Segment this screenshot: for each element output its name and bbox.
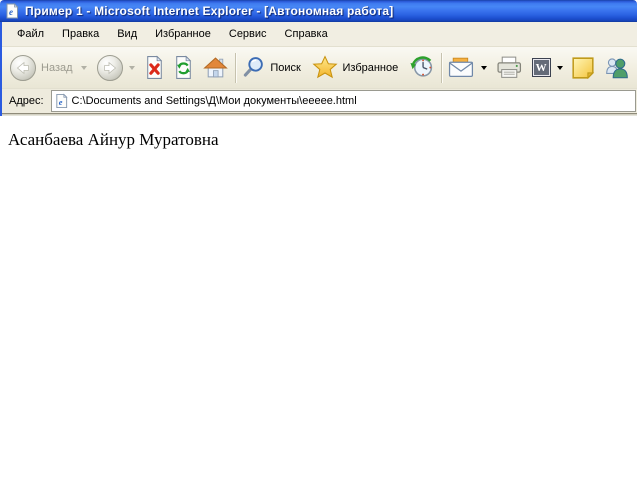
search-icon [242, 56, 265, 79]
print-button[interactable] [493, 50, 526, 86]
title-bar[interactable]: e Пример 1 - Microsoft Internet Explorer… [0, 0, 637, 22]
address-field[interactable]: e [51, 90, 636, 112]
mail-button[interactable] [445, 50, 478, 86]
search-button[interactable]: Поиск [239, 50, 305, 86]
notes-button[interactable] [568, 50, 598, 86]
menu-item-edit[interactable]: Правка [53, 25, 108, 43]
notes-icon [571, 56, 595, 80]
history-icon [409, 55, 434, 80]
stop-button[interactable] [141, 50, 168, 86]
svg-text:e: e [9, 7, 13, 17]
history-button[interactable] [406, 50, 437, 86]
mail-dropdown-chevron-icon[interactable] [481, 66, 487, 70]
edit-dropdown-chevron-icon[interactable] [557, 66, 563, 70]
edit-with-word-button[interactable]: W [529, 50, 554, 86]
forward-dropdown-chevron-icon[interactable] [129, 66, 135, 70]
address-input[interactable] [72, 93, 633, 109]
back-dropdown-chevron-icon[interactable] [81, 66, 87, 70]
mail-icon [448, 57, 475, 78]
messenger-icon [604, 56, 630, 80]
ie-window: e Пример 1 - Microsoft Internet Explorer… [0, 0, 637, 475]
svg-text:e: e [58, 97, 62, 107]
favorites-button[interactable]: Избранное [309, 50, 404, 86]
ie-window-icon[interactable]: e [4, 3, 20, 19]
back-icon [10, 55, 36, 81]
refresh-icon [173, 55, 194, 80]
page-content-area: Асанбаева Айнур Муратовна [0, 116, 637, 477]
home-button[interactable] [200, 50, 231, 86]
standard-buttons-toolbar: Назад [2, 46, 637, 88]
menu-bar: Файл Правка Вид Избранное Сервис Справка [2, 22, 637, 46]
menu-item-file[interactable]: Файл [8, 25, 53, 43]
address-bar: Адрес: e [2, 88, 637, 114]
page-file-icon: e [54, 93, 69, 109]
favorites-button-label: Избранное [341, 62, 401, 74]
stop-icon [144, 55, 165, 80]
favorites-star-icon [312, 55, 338, 80]
refresh-button[interactable] [170, 50, 197, 86]
menu-item-view[interactable]: Вид [108, 25, 146, 43]
menu-item-favorites[interactable]: Избранное [146, 25, 220, 43]
menu-item-help[interactable]: Справка [276, 25, 337, 43]
address-label: Адрес: [9, 95, 44, 107]
browser-chrome: Файл Правка Вид Избранное Сервис Справка… [0, 22, 637, 116]
forward-button[interactable] [94, 50, 126, 86]
back-button-label: Назад [39, 62, 75, 74]
home-icon [203, 56, 228, 79]
edit-with-word-icon: W [532, 58, 551, 77]
window-title: Пример 1 - Microsoft Internet Explorer -… [25, 4, 393, 18]
print-icon [496, 56, 523, 79]
word-letter: W [536, 62, 547, 74]
page-text: Асанбаева Айнур Муратовна [8, 130, 629, 150]
menu-item-tools[interactable]: Сервис [220, 25, 276, 43]
back-button[interactable]: Назад [7, 50, 78, 86]
messenger-button[interactable] [601, 50, 633, 86]
forward-icon [97, 55, 123, 81]
search-button-label: Поиск [268, 62, 302, 74]
